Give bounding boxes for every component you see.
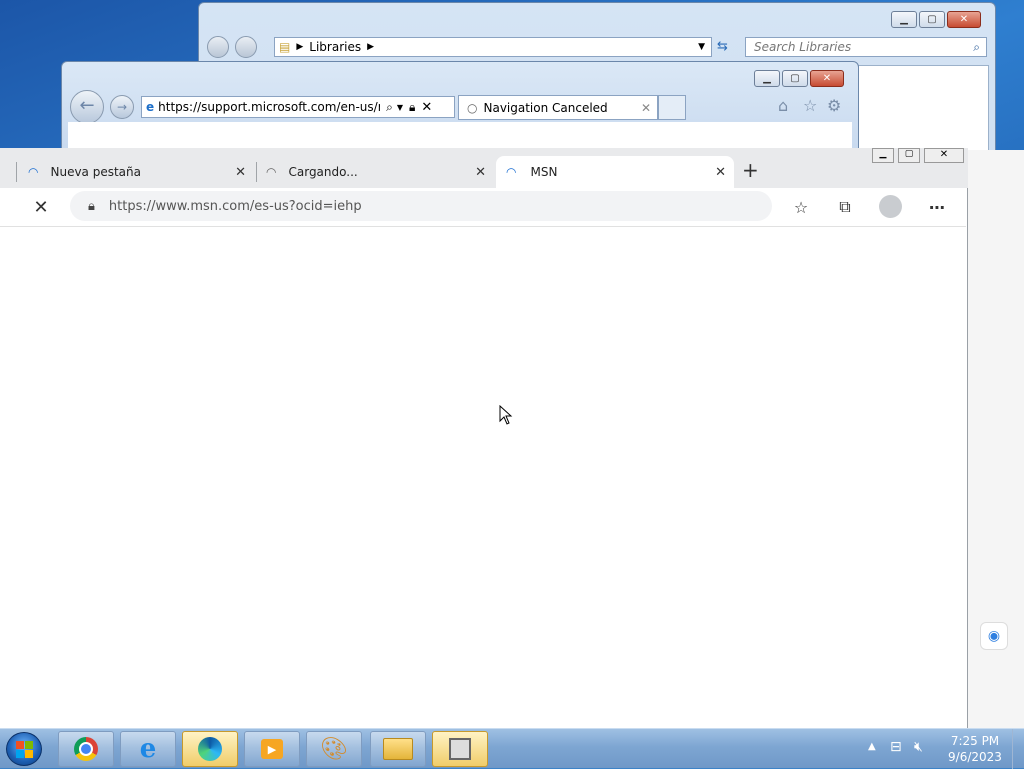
collections-icon[interactable]: ⧉ <box>831 193 859 221</box>
internet-explorer-icon: e <box>139 734 157 764</box>
start-button[interactable] <box>6 732 42 766</box>
search-icon[interactable]: ⌕ <box>386 100 393 115</box>
stop-loading-button[interactable]: ✕ <box>27 193 55 221</box>
taskbar: e ▶ 🎨︎ ▲ ⊟ 🔇︎ 7:25 PM 9/6/2023 <box>0 728 1024 769</box>
camera-icon[interactable]: ◉ <box>980 622 1008 650</box>
chrome-taskbar-button[interactable] <box>58 731 114 767</box>
back-button[interactable]: ← <box>70 90 104 124</box>
forward-button[interactable] <box>235 36 257 58</box>
maximize-button[interactable]: ▢ <box>782 70 808 87</box>
explorer-address-bar[interactable]: ▤ ▶ Libraries ▶ ▼ <box>274 37 712 57</box>
show-desktop-button[interactable] <box>1012 729 1024 769</box>
ie-url[interactable]: https://support.microsoft.com/en-us/mic <box>158 100 380 114</box>
mouse-cursor-icon <box>499 405 513 425</box>
media-player-icon: ▶ <box>261 739 283 759</box>
ie-window[interactable]: ▁ ▢ ✕ ← → e https://support.microsoft.co… <box>61 61 859 162</box>
ie-address-bar[interactable]: e https://support.microsoft.com/en-us/mi… <box>141 96 455 118</box>
search-placeholder: Search Libraries <box>754 40 852 54</box>
tab-label: Nueva pestaña <box>50 165 141 179</box>
volume-muted-icon[interactable]: 🔇︎ <box>914 739 923 755</box>
ie-tab[interactable]: ○ Navigation Canceled ✕ <box>458 95 658 120</box>
search-icon[interactable]: ⌕ <box>973 40 980 55</box>
tab-separator <box>16 162 17 182</box>
minimize-button[interactable]: ▁ <box>872 148 894 163</box>
back-button[interactable] <box>207 36 229 58</box>
close-button[interactable]: ✕ <box>947 11 981 28</box>
tab-label: MSN <box>530 165 558 179</box>
network-icon[interactable]: ⊟ <box>890 739 902 755</box>
paint-taskbar-button[interactable]: 🎨︎ <box>306 731 362 767</box>
edge-url-text[interactable]: https://www.msn.com/es-us?ocid=iehp <box>109 199 362 214</box>
minimize-button[interactable]: ▁ <box>754 70 780 87</box>
ie-taskbar-button[interactable]: e <box>120 731 176 767</box>
ie-caption-buttons: ▁ ▢ ✕ <box>754 70 844 87</box>
new-tab-button[interactable] <box>658 95 686 120</box>
edge-caption-buttons: ▁ ▢ ✕ <box>872 148 964 163</box>
home-icon[interactable]: ⌂ <box>778 96 788 115</box>
edge-loading-icon: ◠ <box>28 165 39 179</box>
chevron-right-icon[interactable]: ▶ <box>367 42 374 52</box>
edge-loading-icon: ◠ <box>266 165 277 179</box>
clock-time: 7:25 PM <box>950 734 1000 748</box>
paint-icon: 🎨︎ <box>320 736 348 762</box>
search-input[interactable]: Search Libraries ⌕ <box>745 37 987 57</box>
folder-icon <box>383 738 413 760</box>
explorer-taskbar-button[interactable] <box>370 731 426 767</box>
new-tab-button[interactable]: + <box>742 160 759 180</box>
minimize-button[interactable]: ▁ <box>891 11 917 28</box>
photo-viewer-icon <box>449 738 471 760</box>
favorites-icon[interactable]: ☆ <box>787 193 815 221</box>
close-button[interactable]: ✕ <box>810 70 844 87</box>
loading-icon: ○ <box>467 100 478 115</box>
tab-msn[interactable]: ◠ MSN ✕ <box>496 156 734 188</box>
chevron-down-icon[interactable]: ▼ <box>397 103 403 112</box>
lock-icon: 🔒︎ <box>409 99 416 114</box>
ie-tab-title: Navigation Canceled <box>483 100 608 115</box>
background-window-strip: ◉ <box>968 150 1024 728</box>
chevron-down-icon[interactable]: ▼ <box>698 42 705 52</box>
edge-page-content <box>0 227 966 728</box>
edge-address-bar[interactable]: 🔒︎ https://www.msn.com/es-us?ocid=iehp <box>70 191 772 221</box>
maximize-button[interactable]: ▢ <box>898 148 920 163</box>
maximize-button[interactable]: ▢ <box>919 11 945 28</box>
edge-loading-icon: ◠ <box>506 165 517 179</box>
edge-window[interactable]: ◠ Nueva pestaña ✕ ◠ Cargando... ✕ ◠ MSN … <box>0 148 968 728</box>
forward-button[interactable]: → <box>110 95 134 119</box>
close-tab-icon[interactable]: ✕ <box>641 101 651 115</box>
breadcrumb-libraries[interactable]: Libraries <box>309 40 361 54</box>
close-button[interactable]: ✕ <box>924 148 964 163</box>
photo-viewer-taskbar-button[interactable] <box>432 731 488 767</box>
tab-cargando[interactable]: ◠ Cargando... ✕ <box>258 156 494 188</box>
explorer-caption-buttons: ▁ ▢ ✕ <box>891 11 981 28</box>
clock[interactable]: 7:25 PM 9/6/2023 <box>940 733 1010 765</box>
close-tab-icon[interactable]: ✕ <box>235 165 246 180</box>
close-tab-icon[interactable]: ✕ <box>475 165 486 180</box>
favorites-icon[interactable]: ☆ <box>803 96 817 115</box>
chrome-icon <box>74 737 98 761</box>
close-tab-icon[interactable]: ✕ <box>715 165 726 180</box>
clock-date: 9/6/2023 <box>948 750 1002 764</box>
refresh-icon[interactable]: ⇆ <box>717 39 728 54</box>
ie-page-icon: e <box>146 100 155 114</box>
libraries-icon: ▤ <box>279 40 291 54</box>
gear-icon[interactable]: ⚙ <box>827 96 841 115</box>
edge-icon <box>198 737 222 761</box>
show-hidden-icons-button[interactable]: ▲ <box>868 741 876 752</box>
more-options-icon[interactable]: ⋯ <box>923 193 951 221</box>
lock-icon: 🔒︎ <box>88 198 95 214</box>
tab-label: Cargando... <box>288 165 358 179</box>
tab-nueva-pestana[interactable]: ◠ Nueva pestaña ✕ <box>18 156 254 188</box>
chevron-right-icon: ▶ <box>296 42 304 52</box>
edge-taskbar-button[interactable] <box>182 731 238 767</box>
edge-tab-strip: ◠ Nueva pestaña ✕ ◠ Cargando... ✕ ◠ MSN … <box>0 148 968 188</box>
stop-icon[interactable]: ✕ <box>421 100 432 115</box>
tab-separator <box>256 162 257 182</box>
profile-avatar[interactable] <box>879 195 902 218</box>
media-player-taskbar-button[interactable]: ▶ <box>244 731 300 767</box>
